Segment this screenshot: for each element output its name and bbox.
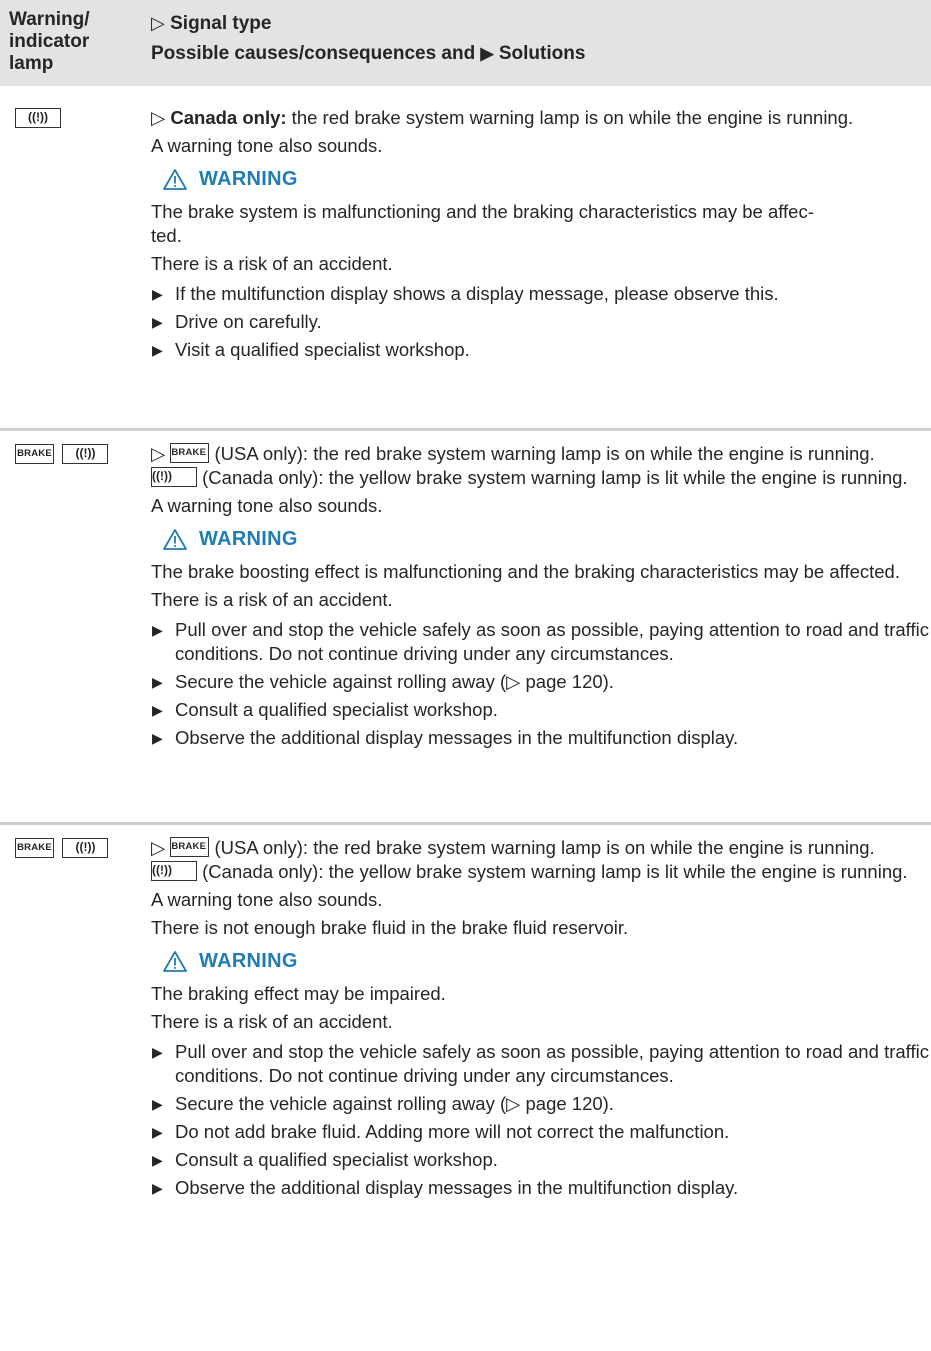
canada-signal-text: ((!)) (Canada only): the yellow brake sy… xyxy=(151,467,908,488)
bullet-triangle-icon: ▶ xyxy=(152,342,163,358)
list-item: ▶ Visit a qualified specialist workshop. xyxy=(152,339,470,360)
list-item: ▶ Observe the additional display messages… xyxy=(152,727,739,748)
warning-text: The brake boosting effect is malfunction… xyxy=(151,561,900,582)
fluid-text: There is not enough brake fluid in the b… xyxy=(151,917,629,938)
list-item: ▶ Consult a qualified specialist workshop… xyxy=(152,699,498,720)
bullet-triangle-icon: ▶ xyxy=(152,1096,163,1112)
step-list: ▶ Pull over and stop the vehicle safely a… xyxy=(151,1040,929,1200)
brake-warning-circle-icon: ((!)) xyxy=(62,838,109,858)
row-content: ▷ BRAKE (USA only): the red brake system… xyxy=(151,836,929,1200)
brake-lamp-icon: BRAKE xyxy=(170,443,210,464)
row-content: ▷ Canada only: the red brake system warn… xyxy=(151,106,929,362)
header-lamp-line: Warning/ xyxy=(9,9,90,30)
tone-text: A warning tone also sounds. xyxy=(151,495,383,516)
tone-text: A warning tone also sounds. xyxy=(151,889,383,910)
bullet-triangle-icon: ▶ xyxy=(152,314,163,330)
header-lamp-line: lamp xyxy=(9,53,54,74)
lamp-cell: BRAKE ((!)) xyxy=(15,838,155,858)
risk-text: There is a risk of an accident. xyxy=(151,253,393,274)
row-content: ▷ BRAKE (USA only): the red brake system… xyxy=(151,442,929,750)
warning-heading: WARNING xyxy=(151,940,929,982)
signal-description: the red brake system warning lamp is on … xyxy=(286,107,854,128)
risk-text: There is a risk of an accident. xyxy=(151,589,393,610)
signal-text: ▷ Canada only: the red brake system warn… xyxy=(151,106,929,130)
warning-heading: WARNING xyxy=(151,158,929,200)
list-item: ▶ Secure the vehicle against rolling away… xyxy=(152,671,614,692)
header-causes: Possible causes/consequences and xyxy=(151,43,476,64)
usa-signal-text: ▷ BRAKE (USA only): the red brake system… xyxy=(151,443,875,464)
risk-text: There is a risk of an accident. xyxy=(151,1011,393,1032)
header-solutions: Solutions xyxy=(498,43,586,64)
warning-title: WARNING xyxy=(199,528,298,550)
warning-triangle-icon xyxy=(163,169,187,190)
list-item: ▶ Do not add brake fluid. Adding more wil… xyxy=(152,1121,730,1142)
header-signal-line: ▷ Signal type xyxy=(151,12,585,43)
warning-title: WARNING xyxy=(199,168,298,190)
filled-triangle-icon: ▶ xyxy=(480,44,494,63)
canada-signal-text: ((!)) (Canada only): the yellow brake sy… xyxy=(151,861,908,882)
brake-warning-circle-icon: ((!)) xyxy=(151,861,197,882)
list-item: ▶ Secure the vehicle against rolling away… xyxy=(152,1093,614,1114)
brake-warning-circle-icon: ((!)) xyxy=(62,444,109,464)
row-separator xyxy=(0,428,931,431)
warning-triangle-icon xyxy=(163,529,187,550)
row-separator xyxy=(0,822,931,825)
lamp-cell: BRAKE ((!)) xyxy=(15,444,155,464)
header-signal-column: ▷ Signal type Possible causes/consequenc… xyxy=(151,12,585,74)
open-triangle-icon: ▷ xyxy=(151,107,171,128)
list-item: ▶ Drive on carefully. xyxy=(152,311,322,332)
table-header: Warning/ indicator lamp ▷ Signal type Po… xyxy=(0,0,931,86)
brake-lamp-icon: BRAKE xyxy=(170,837,210,858)
bullet-triangle-icon: ▶ xyxy=(152,286,163,302)
header-causes-line: Possible causes/consequences and ▶ Solut… xyxy=(151,43,585,74)
header-lamp-column: Warning/ indicator lamp xyxy=(9,9,119,75)
step-list: ▶ Pull over and stop the vehicle safely a… xyxy=(151,618,929,750)
lamp-cell: ((!)) xyxy=(15,108,155,128)
open-triangle-icon: ▷ xyxy=(151,837,171,858)
warning-heading: WARNING xyxy=(151,518,929,560)
brake-warning-circle-icon: ((!)) xyxy=(15,108,61,128)
list-item: ▶ Pull over and stop the vehicle safely a… xyxy=(152,1041,929,1086)
bullet-triangle-icon: ▶ xyxy=(152,1152,163,1168)
warning-text: The braking effect may be impaired. xyxy=(151,983,446,1004)
open-triangle-icon: ▷ xyxy=(151,443,171,464)
canada-only-label: Canada only: xyxy=(170,107,287,128)
usa-signal-text: ▷ BRAKE (USA only): the red brake system… xyxy=(151,837,875,858)
bullet-triangle-icon: ▶ xyxy=(152,622,163,638)
header-lamp-line: indicator xyxy=(9,31,90,52)
bullet-triangle-icon: ▶ xyxy=(152,730,163,746)
bullet-triangle-icon: ▶ xyxy=(152,674,163,690)
header-signal-type: Signal type xyxy=(170,13,272,34)
brake-lamp-icon: BRAKE xyxy=(15,444,54,464)
warning-title: WARNING xyxy=(199,950,298,972)
bullet-triangle-icon: ▶ xyxy=(152,1180,163,1196)
warning-triangle-icon xyxy=(163,951,187,972)
bullet-triangle-icon: ▶ xyxy=(152,1124,163,1140)
bullet-triangle-icon: ▶ xyxy=(152,1044,163,1060)
list-item: ▶ Pull over and stop the vehicle safely a… xyxy=(152,619,929,664)
step-list: ▶ If the multifunction display shows a di… xyxy=(151,282,929,362)
warning-text: The brake system is malfunctioning and t… xyxy=(151,201,814,246)
list-item: ▶ If the multifunction display shows a di… xyxy=(152,283,779,304)
tone-text: A warning tone also sounds. xyxy=(151,135,383,156)
list-item: ▶ Consult a qualified specialist workshop… xyxy=(152,1149,498,1170)
open-triangle-icon: ▷ xyxy=(151,13,165,33)
brake-warning-circle-icon: ((!)) xyxy=(151,467,197,488)
bullet-triangle-icon: ▶ xyxy=(152,702,163,718)
brake-lamp-icon: BRAKE xyxy=(15,838,54,858)
list-item: ▶ Observe the additional display messages… xyxy=(152,1177,739,1198)
